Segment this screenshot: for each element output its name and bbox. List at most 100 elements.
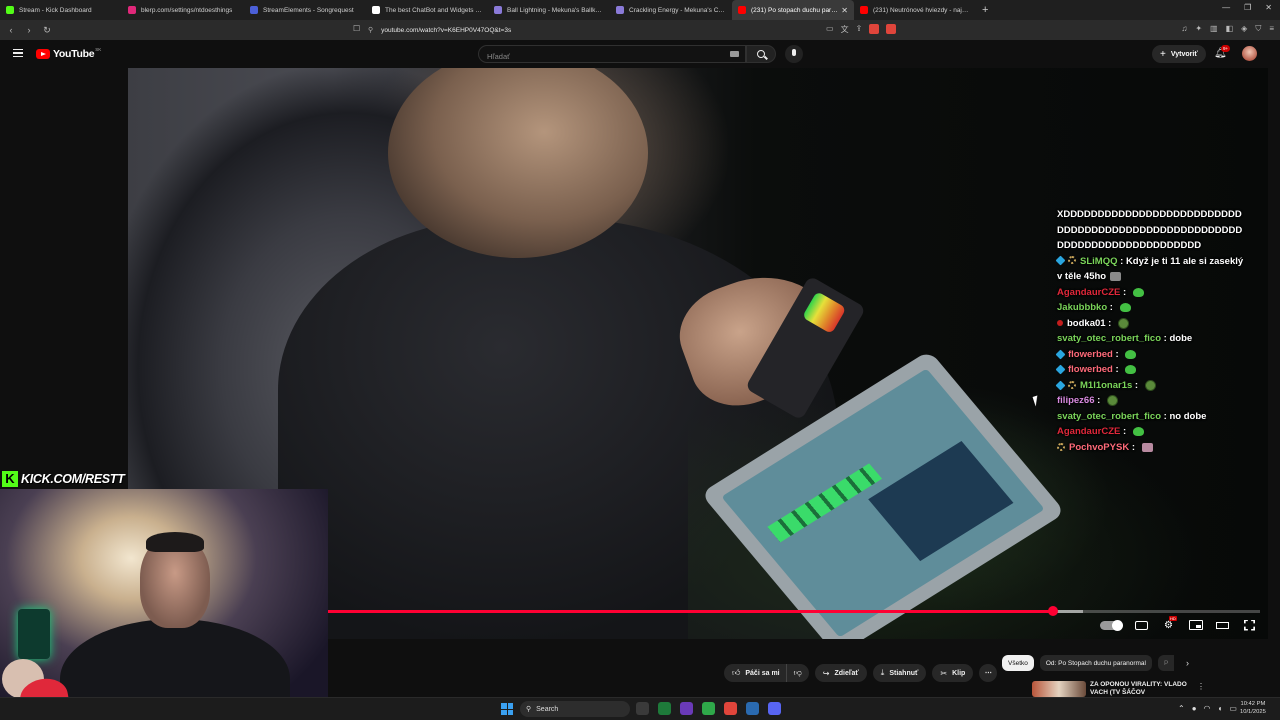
- chat-emote-icon: [1106, 395, 1118, 407]
- volume-icon[interactable]: ◖: [1218, 704, 1223, 713]
- download-button[interactable]: ⤓ Stiahnuť: [872, 664, 927, 682]
- share-button[interactable]: ↪ Zdieľať: [814, 664, 867, 682]
- start-button[interactable]: [501, 703, 513, 715]
- browser-tab[interactable]: (231) Neutrónové hviezdy - najextr: [854, 0, 976, 20]
- maximize-button[interactable]: ❐: [1244, 3, 1251, 12]
- account-avatar[interactable]: [1242, 46, 1257, 61]
- wifi-icon[interactable]: ◠: [1204, 704, 1211, 713]
- brave-icon[interactable]: [724, 702, 737, 715]
- chat-username: Jakubbbko: [1057, 302, 1108, 313]
- tablet-bars: [767, 463, 883, 543]
- address-bar: ‹ › ↻ ☐ ⚲ youtube.com/watch?v=K6EHP0V47O…: [0, 20, 1280, 40]
- obs-icon[interactable]: [680, 702, 693, 715]
- chat-separator: :: [1094, 395, 1103, 406]
- chat-separator: :: [1117, 255, 1126, 267]
- youtube-logo[interactable]: YouTube SK: [36, 47, 101, 60]
- like-button[interactable]: 👍︎ Páči sa mi: [724, 664, 786, 682]
- mic-tray-icon[interactable]: ●: [1192, 704, 1197, 713]
- cast-icon[interactable]: ▭: [826, 24, 834, 35]
- clip-button[interactable]: ✂ Klip: [932, 664, 974, 682]
- tab-favicon-icon: [6, 6, 14, 14]
- sidebar-icon[interactable]: ▥: [1210, 24, 1218, 34]
- battery-icon[interactable]: ▭: [1229, 704, 1237, 713]
- dislike-button[interactable]: 👎︎: [785, 664, 809, 682]
- extensions-bar: ♫ ✦ ▥ ◧ ◈ ⛉ ≡: [1181, 24, 1274, 34]
- discord-icon[interactable]: [768, 702, 781, 715]
- wallet-icon[interactable]: ◧: [1226, 24, 1234, 34]
- chip-channel[interactable]: Od: Po Stopach duchu paranormal: [1039, 655, 1152, 671]
- chat-separator: :: [1132, 379, 1141, 391]
- extensions-icon[interactable]: ✦: [1195, 24, 1202, 34]
- webcam-green-light: [18, 609, 50, 659]
- search-input[interactable]: [479, 48, 719, 65]
- minimize-button[interactable]: —: [1222, 3, 1230, 12]
- close-window-button[interactable]: ✕: [1265, 3, 1272, 12]
- chat-message: AgandaurCZE :: [1057, 424, 1247, 440]
- miniplayer-button[interactable]: [1188, 619, 1203, 631]
- more-actions-button[interactable]: ⋯: [979, 664, 998, 682]
- youtube-header: YouTube SK + Vytvoriť 🔔︎ 9+: [0, 40, 1280, 68]
- recommended-video[interactable]: ZA OPONOU VIRALITY: VLADO VACH (TV ŠÁČOV…: [1032, 681, 1268, 697]
- steam-icon[interactable]: [746, 702, 759, 715]
- url-text: youtube.com/watch?v=K6EHP0V47OQ&t=3s: [381, 26, 512, 34]
- browser-tab[interactable]: Crackling Energy - Mekuna's Crackun: [610, 0, 732, 20]
- forward-button[interactable]: ›: [22, 25, 36, 35]
- youtube-wordmark: YouTube: [53, 48, 95, 60]
- red-badge-icon: [1057, 320, 1063, 327]
- close-tab-icon[interactable]: ✕: [841, 6, 848, 15]
- browser-tab[interactable]: The best ChatBot and Widgets for K: [366, 0, 488, 20]
- share-icon[interactable]: ⇪: [856, 24, 863, 35]
- new-tab-button[interactable]: +: [982, 4, 988, 16]
- browser-tab[interactable]: StreamElements - Songrequest: [244, 0, 366, 20]
- fullscreen-button[interactable]: [1242, 619, 1257, 631]
- microphone-icon: [792, 49, 796, 56]
- create-button[interactable]: + Vytvoriť: [1152, 45, 1206, 63]
- tab-favicon-icon: [372, 6, 380, 14]
- task-view-icon[interactable]: [636, 702, 649, 715]
- chat-username: svaty_otec_robert_fico: [1057, 333, 1162, 344]
- search-button[interactable]: [746, 45, 776, 63]
- brave-rewards-icon[interactable]: [886, 24, 897, 34]
- recommendation-chips: Všetko Od: Po Stopach duchu paranormal P…: [1002, 655, 1189, 671]
- brave-shield-icon[interactable]: [869, 24, 880, 34]
- chip-all[interactable]: Všetko: [1002, 655, 1034, 671]
- shield-icon[interactable]: ⛉: [1255, 24, 1261, 34]
- chevron-right-icon[interactable]: ›: [1186, 658, 1189, 668]
- recommended-thumbnail[interactable]: [1032, 681, 1086, 697]
- miniplayer-icon: [1188, 620, 1203, 630]
- subtitles-button[interactable]: [1134, 619, 1149, 631]
- reload-button[interactable]: ↻: [40, 25, 54, 36]
- back-button[interactable]: ‹: [4, 25, 18, 35]
- browser-tab[interactable]: (231) Po stopach duchu paranorm ✕: [732, 0, 854, 20]
- menu-icon[interactable]: ≡: [1269, 24, 1274, 34]
- browser-tab[interactable]: Stream - Kick Dashboard: [0, 0, 122, 20]
- webcam-hair: [146, 532, 204, 552]
- gear-badge-icon: [1068, 381, 1076, 390]
- bookmark-icon[interactable]: ☐: [353, 24, 360, 33]
- chevron-up-icon[interactable]: ⌃: [1178, 704, 1185, 713]
- tab-title: The best ChatBot and Widgets for K: [385, 6, 482, 14]
- site-info-icon[interactable]: ⚲: [368, 26, 373, 34]
- xbox-icon[interactable]: [658, 702, 671, 715]
- keyboard-icon[interactable]: [730, 51, 739, 57]
- autoplay-toggle[interactable]: [1100, 619, 1123, 631]
- clock-date: 10/1/2025: [1240, 709, 1266, 715]
- chat-username: PochvoPYSK: [1069, 441, 1130, 453]
- more-vert-icon[interactable]: ⋮: [1197, 682, 1205, 691]
- theater-mode-button[interactable]: [1215, 619, 1230, 631]
- browser-tab[interactable]: Ball Lightning - Mekuna's Ballkuna: [488, 0, 610, 20]
- browser-tab[interactable]: blerp.com/settings/ntdoesthings: [122, 0, 244, 20]
- clock[interactable]: 10:42 PM 10/1/2025: [1240, 700, 1266, 716]
- guide-menu-icon[interactable]: [13, 49, 23, 57]
- voice-search-button[interactable]: [785, 45, 803, 63]
- vpn-icon[interactable]: ◈: [1241, 24, 1247, 34]
- chat-text: XDDDDDDDDDDDDDDDDDDDDDDDDDDDDDDDDDDDDDDD…: [1057, 209, 1243, 251]
- chip-partial[interactable]: P: [1157, 655, 1174, 671]
- translate-icon[interactable]: 文: [841, 24, 849, 35]
- progress-played: [328, 610, 1054, 613]
- chrome-icon[interactable]: [702, 702, 715, 715]
- settings-button[interactable]: ⚙ HD: [1161, 616, 1177, 631]
- recommended-title[interactable]: ZA OPONOU VIRALITY: VLADO VACH (TV ŠÁČOV: [1090, 681, 1195, 697]
- media-icon[interactable]: ♫: [1181, 24, 1187, 34]
- taskbar-search[interactable]: ⚲ Search: [520, 701, 630, 717]
